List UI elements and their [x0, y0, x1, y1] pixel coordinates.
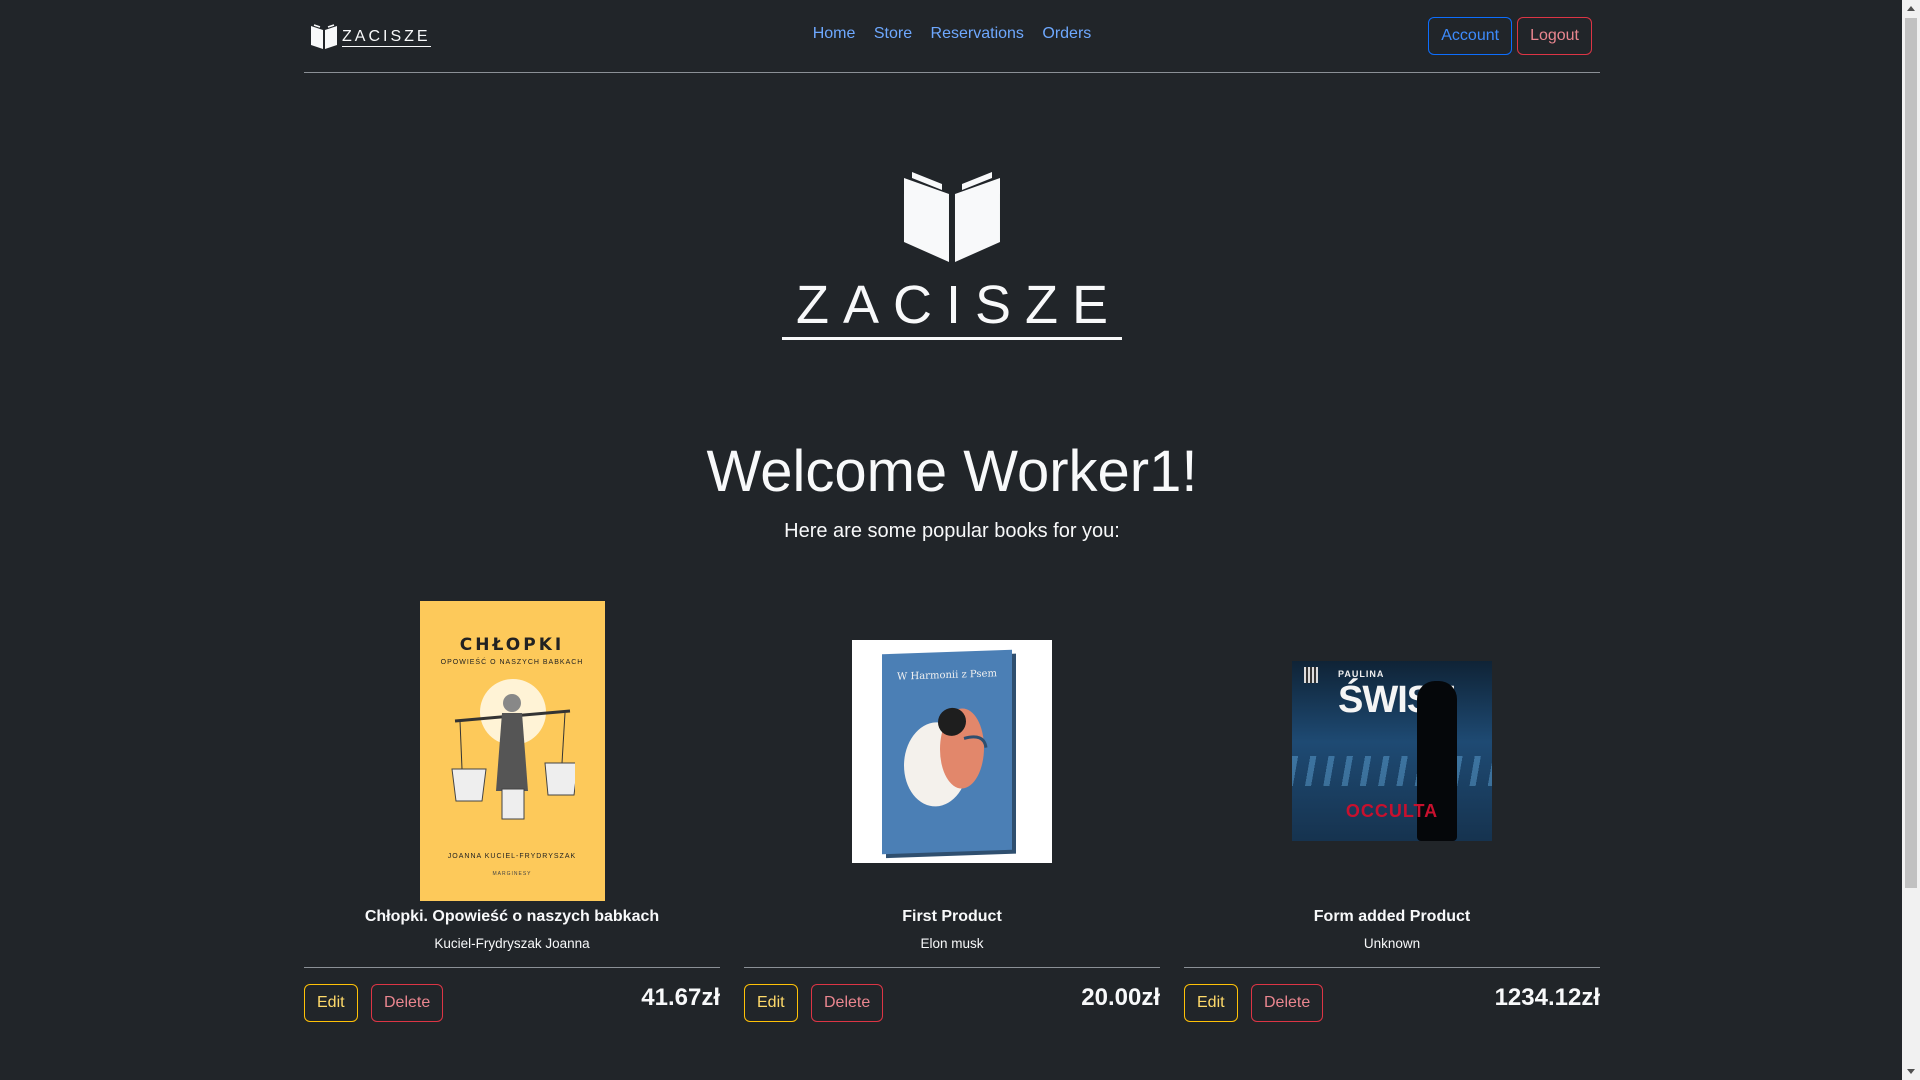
cover-author: PAULINA: [1338, 669, 1385, 679]
welcome-heading: Welcome Worker1!: [706, 439, 1198, 504]
cover-wrap: CHŁOPKI OPOWIEŚĆ O NASZYCH BABKACH JOANN…: [304, 600, 720, 902]
delete-button[interactable]: Delete: [1251, 984, 1324, 1022]
nav-store[interactable]: Store: [874, 25, 912, 42]
product-title[interactable]: Form added Product: [1184, 908, 1600, 930]
welcome-subtitle: Here are some popular books for you:: [784, 520, 1120, 542]
card-footer: Edit Delete 1234.12zł: [1184, 984, 1600, 1044]
product-card: W Harmonii z Psem First Product Elon mus…: [744, 600, 1160, 1030]
product-price: 20.00zł: [1081, 984, 1160, 1011]
navbar: ZACISZE Home Store Reservations Orders A…: [304, 0, 1600, 73]
edit-button[interactable]: Edit: [744, 984, 798, 1022]
page: ZACISZE Home Store Reservations Orders A…: [0, 0, 1902, 1080]
main-nav: Home Store Reservations Orders: [304, 25, 1600, 43]
card-footer: Edit Delete 20.00zł: [744, 984, 1160, 1044]
main-container: ZACISZE Home Store Reservations Orders A…: [304, 0, 1600, 1022]
cover-illustration: [450, 694, 575, 820]
product-author: Unknown: [1363, 936, 1421, 951]
account-button[interactable]: Account: [1428, 17, 1513, 55]
product-card: PAULINA ŚWIST OCCULTA Form added Product…: [1184, 600, 1600, 1030]
product-title[interactable]: First Product: [744, 908, 1160, 930]
scroll-down-icon[interactable]: [1907, 1069, 1915, 1074]
nav-reservations[interactable]: Reservations: [931, 25, 1024, 42]
cover-lights: [1292, 756, 1492, 786]
product-list: CHŁOPKI OPOWIEŚĆ O NASZYCH BABKACH JOANN…: [304, 600, 1600, 1030]
cover-book: W Harmonii z Psem: [882, 649, 1012, 854]
book-logo-icon: [904, 172, 1000, 262]
product-author: Elon musk: [920, 936, 984, 951]
cover-wrap: PAULINA ŚWIST OCCULTA: [1184, 600, 1600, 902]
card-divider: [1184, 967, 1600, 968]
cover-publisher: MARGINESY: [492, 871, 532, 877]
cover-qr: [1304, 667, 1318, 683]
cover-illustration: [904, 707, 988, 806]
book-cover-image[interactable]: CHŁOPKI OPOWIEŚĆ O NASZYCH BABKACH JOANN…: [419, 601, 605, 901]
book-cover-image[interactable]: PAULINA ŚWIST OCCULTA: [1292, 661, 1492, 841]
nav-orders[interactable]: Orders: [1042, 25, 1091, 42]
nav-home[interactable]: Home: [813, 25, 856, 42]
product-price: 41.67zł: [641, 984, 720, 1011]
cover-title: W Harmonii z Psem: [897, 667, 997, 683]
vertical-scrollbar[interactable]: [1902, 0, 1920, 1080]
product-price: 1234.12zł: [1494, 984, 1600, 1011]
card-divider: [304, 967, 720, 968]
scroll-up-icon[interactable]: [1907, 6, 1915, 11]
book-cover-image[interactable]: W Harmonii z Psem: [852, 639, 1052, 863]
hero-logo: ZACISZE: [781, 170, 1123, 340]
delete-button[interactable]: Delete: [371, 984, 444, 1022]
edit-button[interactable]: Edit: [1184, 984, 1238, 1022]
cover-title: CHŁOPKI: [459, 635, 565, 655]
delete-button[interactable]: Delete: [811, 984, 884, 1022]
card-footer: Edit Delete 41.67zł: [304, 984, 720, 1044]
cover-wrap: W Harmonii z Psem: [744, 600, 1160, 902]
product-author: Kuciel-Frydryszak Joanna: [434, 936, 590, 951]
product-title[interactable]: Chłopki. Opowieść o naszych babkach: [304, 908, 720, 930]
edit-button[interactable]: Edit: [304, 984, 358, 1022]
cover-author: JOANNA KUCIEL-FRYDRYSZAK: [447, 853, 577, 860]
logout-button[interactable]: Logout: [1517, 17, 1592, 55]
scrollbar-thumb[interactable]: [1905, 18, 1917, 888]
hero-logo-text: ZACISZE: [781, 275, 1123, 340]
cover-subtitle: OCCULTA: [1345, 801, 1439, 821]
product-card: CHŁOPKI OPOWIEŚĆ O NASZYCH BABKACH JOANN…: [304, 600, 720, 1030]
nav-actions: Account Logout: [1428, 17, 1592, 55]
cover-subtitle: OPOWIEŚĆ O NASZYCH BABKACH: [440, 659, 584, 666]
card-divider: [744, 967, 1160, 968]
